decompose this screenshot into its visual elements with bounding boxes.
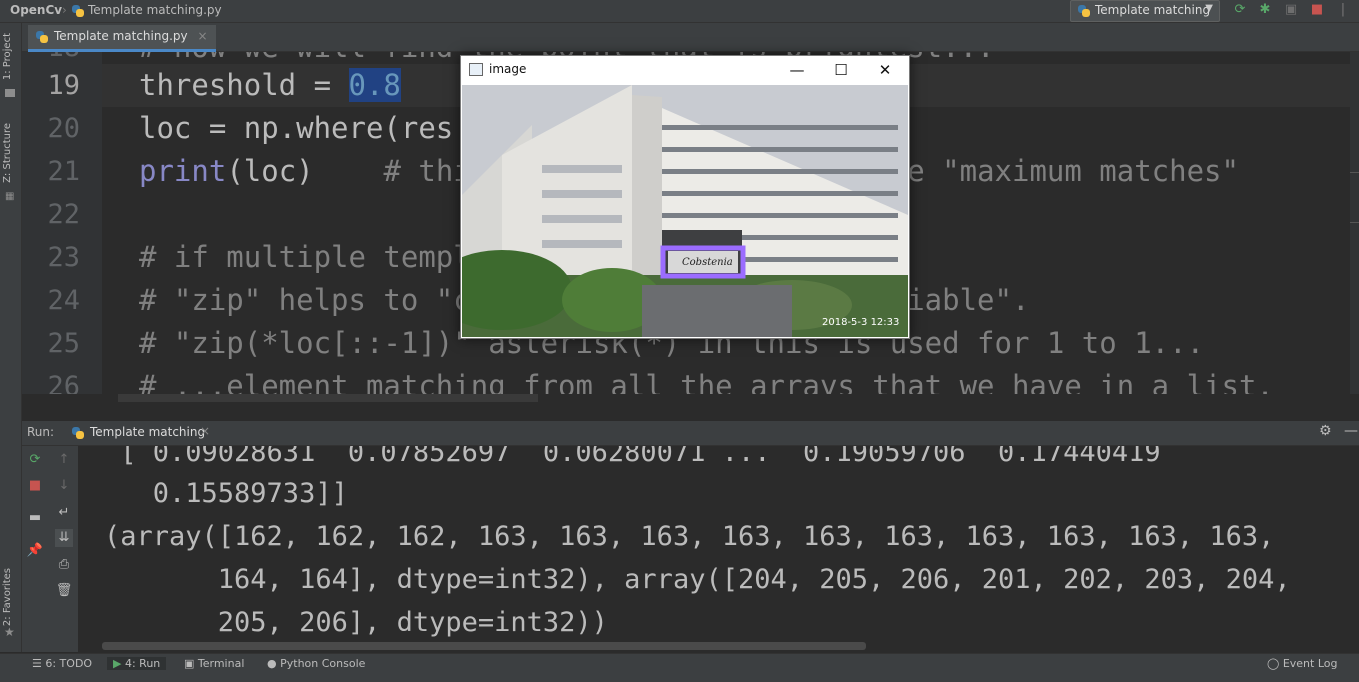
image-window[interactable]: image — ☐ ✕ Cobstenia 2018-5-3 12:33 — [460, 55, 910, 339]
console-line: 0.15589733]] — [104, 478, 348, 509]
run-tab-label[interactable]: Template matching — [90, 425, 205, 439]
rerun-icon[interactable]: ⟳ — [1232, 2, 1248, 18]
python-run-icon — [72, 427, 84, 439]
gear-icon[interactable]: ⚙ — [1319, 423, 1332, 439]
star-icon: ★ — [4, 625, 15, 639]
window-app-icon — [469, 63, 483, 76]
pin-icon[interactable]: 📌 — [26, 542, 44, 560]
event-log-tool-button[interactable]: ◯ Event Log — [1267, 657, 1337, 670]
line-number: 22 — [47, 199, 80, 230]
code-text: (loc) — [226, 154, 314, 188]
status-bar — [0, 676, 1359, 682]
editor-bottom-spacer — [22, 394, 1359, 421]
code-text: threshold = — [139, 68, 349, 102]
close-run-tab-icon[interactable]: × — [200, 424, 210, 438]
terminal-icon: ▣ — [184, 657, 198, 670]
run-panel-header: Run: Template matching × ⚙ — — [22, 421, 1359, 446]
python-console-tool-button[interactable]: ● Python Console — [267, 657, 365, 670]
editor-tab-bar: Template matching.py × — [22, 23, 1359, 52]
building-photo: Cobstenia 2018-5-3 12:33 — [462, 85, 908, 337]
python-console-label: Python Console — [280, 657, 366, 670]
tool-window-favorites[interactable]: 2: Favorites — [2, 568, 13, 626]
console-line: 164, 164], dtype=int32), array([204, 205… — [104, 564, 1291, 595]
code-line-19: threshold = 0.8 — [139, 64, 401, 107]
event-log-icon: ◯ — [1267, 657, 1283, 670]
terminal-tool-button[interactable]: ▣ Terminal — [184, 657, 244, 670]
event-log-label: Event Log — [1282, 657, 1338, 670]
soft-wrap-icon[interactable]: ↵ — [55, 504, 73, 522]
console-line: (array([162, 162, 162, 163, 163, 163, 16… — [104, 521, 1275, 552]
line-number: 23 — [47, 242, 80, 273]
run-panel-label: Run: — [27, 425, 55, 439]
breadcrumb-separator-icon: › — [62, 3, 67, 17]
hide-panel-icon[interactable]: — — [1344, 423, 1358, 439]
folder-icon — [5, 89, 15, 97]
building-photo-illustration — [462, 85, 908, 337]
python-file-icon — [36, 31, 48, 43]
photo-timestamp: 2018-5-3 12:33 — [822, 317, 900, 328]
tool-window-project[interactable]: 1: Project — [2, 33, 13, 80]
line-number: 20 — [47, 113, 80, 144]
breadcrumb-project[interactable]: OpenCv — [10, 3, 62, 17]
arrow-up-icon[interactable]: ↑ — [55, 451, 73, 469]
image-window-title: image — [489, 62, 527, 76]
builtin-print: print — [139, 154, 227, 188]
editor-tab-label: Template matching.py — [54, 29, 188, 43]
console-line: [ 0.09028631 0.07852697 0.06280071 ... 0… — [104, 446, 1161, 468]
trash-icon[interactable]: 🗑 — [55, 582, 73, 600]
stop-icon[interactable]: ■ — [1309, 2, 1325, 18]
scroll-to-end-icon[interactable]: ⇊ — [55, 529, 73, 547]
scroll-marker — [1350, 172, 1359, 185]
run-with-coverage-icon[interactable]: ▣ — [1283, 2, 1299, 18]
minimize-icon[interactable]: — — [777, 58, 817, 82]
line-number: 24 — [47, 285, 80, 316]
run-tool-button[interactable]: ▶ 4: Run — [107, 657, 167, 670]
code-line-26: # ...element matching from all the array… — [139, 369, 1274, 394]
todo-tool-button[interactable]: ☰ 6: TODO — [32, 657, 92, 670]
line-number: 26 — [47, 371, 80, 394]
arrow-down-icon[interactable]: ↓ — [55, 477, 73, 495]
editor-horizontal-scrollbar[interactable] — [118, 394, 538, 402]
navigation-bar: OpenCv › Template matching.py Template m… — [0, 0, 1359, 23]
python-file-icon — [72, 5, 84, 17]
breadcrumb-file[interactable]: Template matching.py — [88, 3, 222, 17]
bottom-tool-bar: ☰ 6: TODO ▶ 4: Run ▣ Terminal ● Python C… — [0, 653, 1359, 676]
toolbar-divider: | — [1340, 2, 1346, 17]
line-number: 19 — [47, 70, 80, 101]
python-config-icon — [1078, 5, 1090, 17]
list-icon: ☰ — [32, 657, 46, 670]
run-configuration-dropdown[interactable]: Template matching ▼ — [1070, 0, 1220, 22]
line-number-gutter: 18 19 20 21 22 23 24 25 26 — [22, 52, 102, 394]
line-number: 25 — [47, 328, 80, 359]
editor-scrollbar[interactable] — [1350, 52, 1359, 394]
python-console-icon: ● — [267, 657, 281, 670]
play-icon: ▶ — [113, 657, 125, 670]
close-tab-icon[interactable]: × — [197, 29, 207, 43]
sign-text: Cobstenia — [682, 257, 733, 268]
print-icon[interactable]: ⎙ — [55, 556, 73, 574]
line-number: 21 — [47, 156, 80, 187]
stop-icon[interactable]: ■ — [26, 477, 44, 495]
selected-number: 0.8 — [348, 68, 401, 102]
console-line: 205, 206], dtype=int32)) — [104, 607, 608, 638]
run-configuration-label: Template matching — [1095, 3, 1211, 17]
console-horizontal-scrollbar[interactable] — [102, 642, 866, 650]
chevron-down-icon: ▼ — [1205, 3, 1213, 14]
editor-tab-template-matching[interactable]: Template matching.py × — [28, 25, 216, 52]
left-tool-strip: 1: Project Z: Structure ▦ 2: Favorites ★ — [0, 23, 22, 652]
console-output[interactable]: [ 0.09028631 0.07852697 0.06280071 ... 0… — [78, 446, 1359, 652]
rerun-icon[interactable]: ⟳ — [26, 451, 44, 469]
structure-icon: ▦ — [5, 191, 15, 202]
layout-icon[interactable]: ▬ — [26, 509, 44, 527]
todo-label: 6: TODO — [45, 657, 93, 670]
debug-icon[interactable]: ✱ — [1257, 2, 1273, 18]
scroll-marker — [1350, 222, 1359, 323]
terminal-label: Terminal — [197, 657, 245, 670]
run-panel-toolbar: ⟳ ↑ ■ ↓ ▬ ↵ ⇊ 📌 ⎙ 🗑 — [22, 446, 79, 652]
close-icon[interactable]: ✕ — [865, 58, 905, 82]
maximize-icon[interactable]: ☐ — [821, 58, 861, 82]
tool-window-structure[interactable]: Z: Structure — [2, 123, 13, 183]
run-label: 4: Run — [124, 657, 161, 670]
